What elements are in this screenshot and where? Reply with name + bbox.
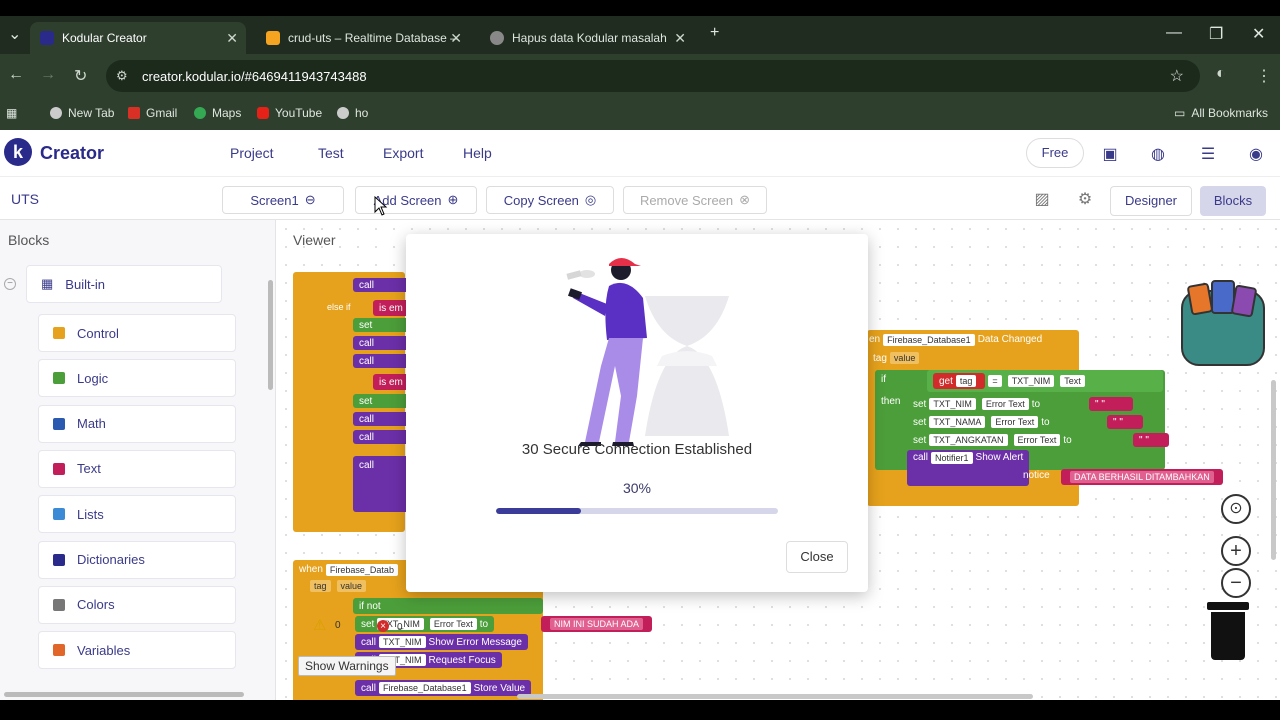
mouse-cursor-icon: [374, 196, 388, 216]
hourglass-sand: [657, 351, 717, 366]
progress-percent: 30%: [622, 480, 652, 496]
loading-illustration: [566, 258, 729, 446]
connection-dialog: 30 Secure Connection Established 30% Clo…: [406, 234, 868, 592]
progress-fill: [496, 508, 581, 514]
progress-bar: [496, 508, 778, 514]
paper-shape: [579, 270, 595, 278]
torso-shape: [605, 282, 647, 340]
modal-layer: 30 Secure Connection Established 30% Clo…: [0, 0, 1280, 720]
connection-status: 30 Secure Connection Established: [521, 441, 753, 458]
close-button[interactable]: Close: [786, 541, 848, 573]
legs-shape: [585, 338, 643, 442]
phone-shape: [567, 288, 583, 300]
paper-shape: [566, 270, 582, 280]
cap-shape: [609, 258, 641, 266]
